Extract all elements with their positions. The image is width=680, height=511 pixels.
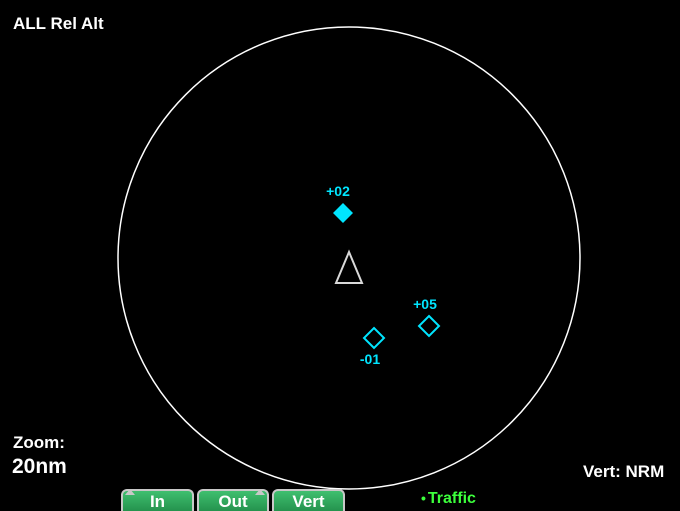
other-traffic-icon: [362, 326, 386, 350]
traffic-target[interactable]: +02: [326, 183, 353, 223]
page-indicator: • Traffic: [421, 490, 476, 508]
other-traffic-icon: [417, 314, 441, 338]
traffic-radar: +02 +05 -01: [117, 26, 581, 490]
zoom-range-value: 20nm: [12, 455, 67, 478]
range-ring: [117, 26, 581, 490]
softkey-label: In: [149, 492, 166, 511]
vertical-mode-softkey[interactable]: Vert: [272, 489, 345, 511]
traffic-display: ALL Rel Alt +02 +05 -01 Zoom: 20nm Vert:…: [0, 0, 680, 511]
traffic-target[interactable]: -01: [360, 326, 386, 367]
ownship-icon: [334, 249, 364, 284]
proximate-traffic-icon: [333, 203, 353, 223]
traffic-relative-altitude: -01: [360, 351, 380, 367]
arrow-left-icon: [125, 489, 135, 495]
traffic-target[interactable]: +05: [413, 296, 441, 338]
traffic-relative-altitude: +05: [413, 296, 437, 312]
bullet-icon: •: [421, 490, 426, 506]
zoom-out-softkey[interactable]: Out: [197, 489, 269, 511]
softkey-label: Out: [218, 492, 248, 511]
zoom-caption: Zoom:: [13, 433, 65, 452]
softkey-label: Vert: [292, 492, 325, 511]
page-indicator-label: Traffic: [427, 490, 476, 507]
vertical-mode-status: Vert: NRM: [583, 462, 665, 481]
traffic-relative-altitude: +02: [326, 183, 350, 199]
zoom-in-softkey[interactable]: In: [121, 489, 194, 511]
arrow-right-icon: [255, 489, 265, 495]
